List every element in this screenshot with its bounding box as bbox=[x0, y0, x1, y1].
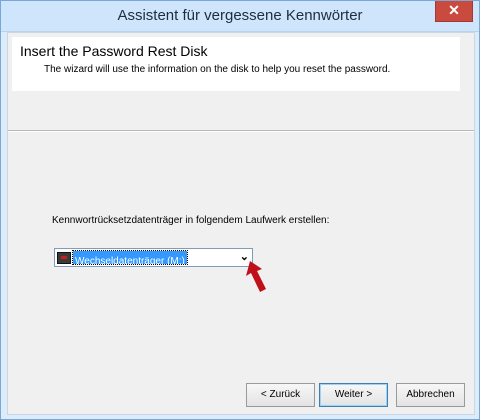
selected-drive: Wechseldatenträger (M:) bbox=[75, 256, 185, 267]
next-button[interactable]: Weiter > bbox=[319, 383, 388, 407]
removable-drive-icon bbox=[57, 252, 71, 264]
wizard-content: Insert the Password Rest Disk The wizard… bbox=[7, 32, 475, 415]
close-button[interactable]: ✕ bbox=[435, 1, 473, 22]
back-button[interactable]: < Zurück bbox=[246, 383, 315, 407]
header-divider bbox=[8, 130, 474, 132]
cancel-button[interactable]: Abbrechen bbox=[396, 383, 465, 407]
page-title: Insert the Password Rest Disk bbox=[20, 43, 208, 59]
wizard-window: Assistent für vergessene Kennwörter ✕ In… bbox=[0, 0, 480, 420]
drive-dropdown[interactable]: Wechseldatenträger (M:) ⌄ bbox=[54, 248, 253, 267]
page-description: The wizard will use the information on t… bbox=[44, 64, 391, 75]
drive-select-label: Kennwortrücksetzdatenträger in folgendem… bbox=[52, 215, 330, 226]
annotation-arrow-icon bbox=[246, 261, 266, 292]
window-title: Assistent für vergessene Kennwörter bbox=[117, 7, 363, 24]
title-bar[interactable]: Assistent für vergessene Kennwörter ✕ bbox=[1, 1, 479, 32]
dropdown-selection: Wechseldatenträger (M:) bbox=[72, 250, 188, 267]
wizard-header: Insert the Password Rest Disk The wizard… bbox=[12, 37, 460, 91]
